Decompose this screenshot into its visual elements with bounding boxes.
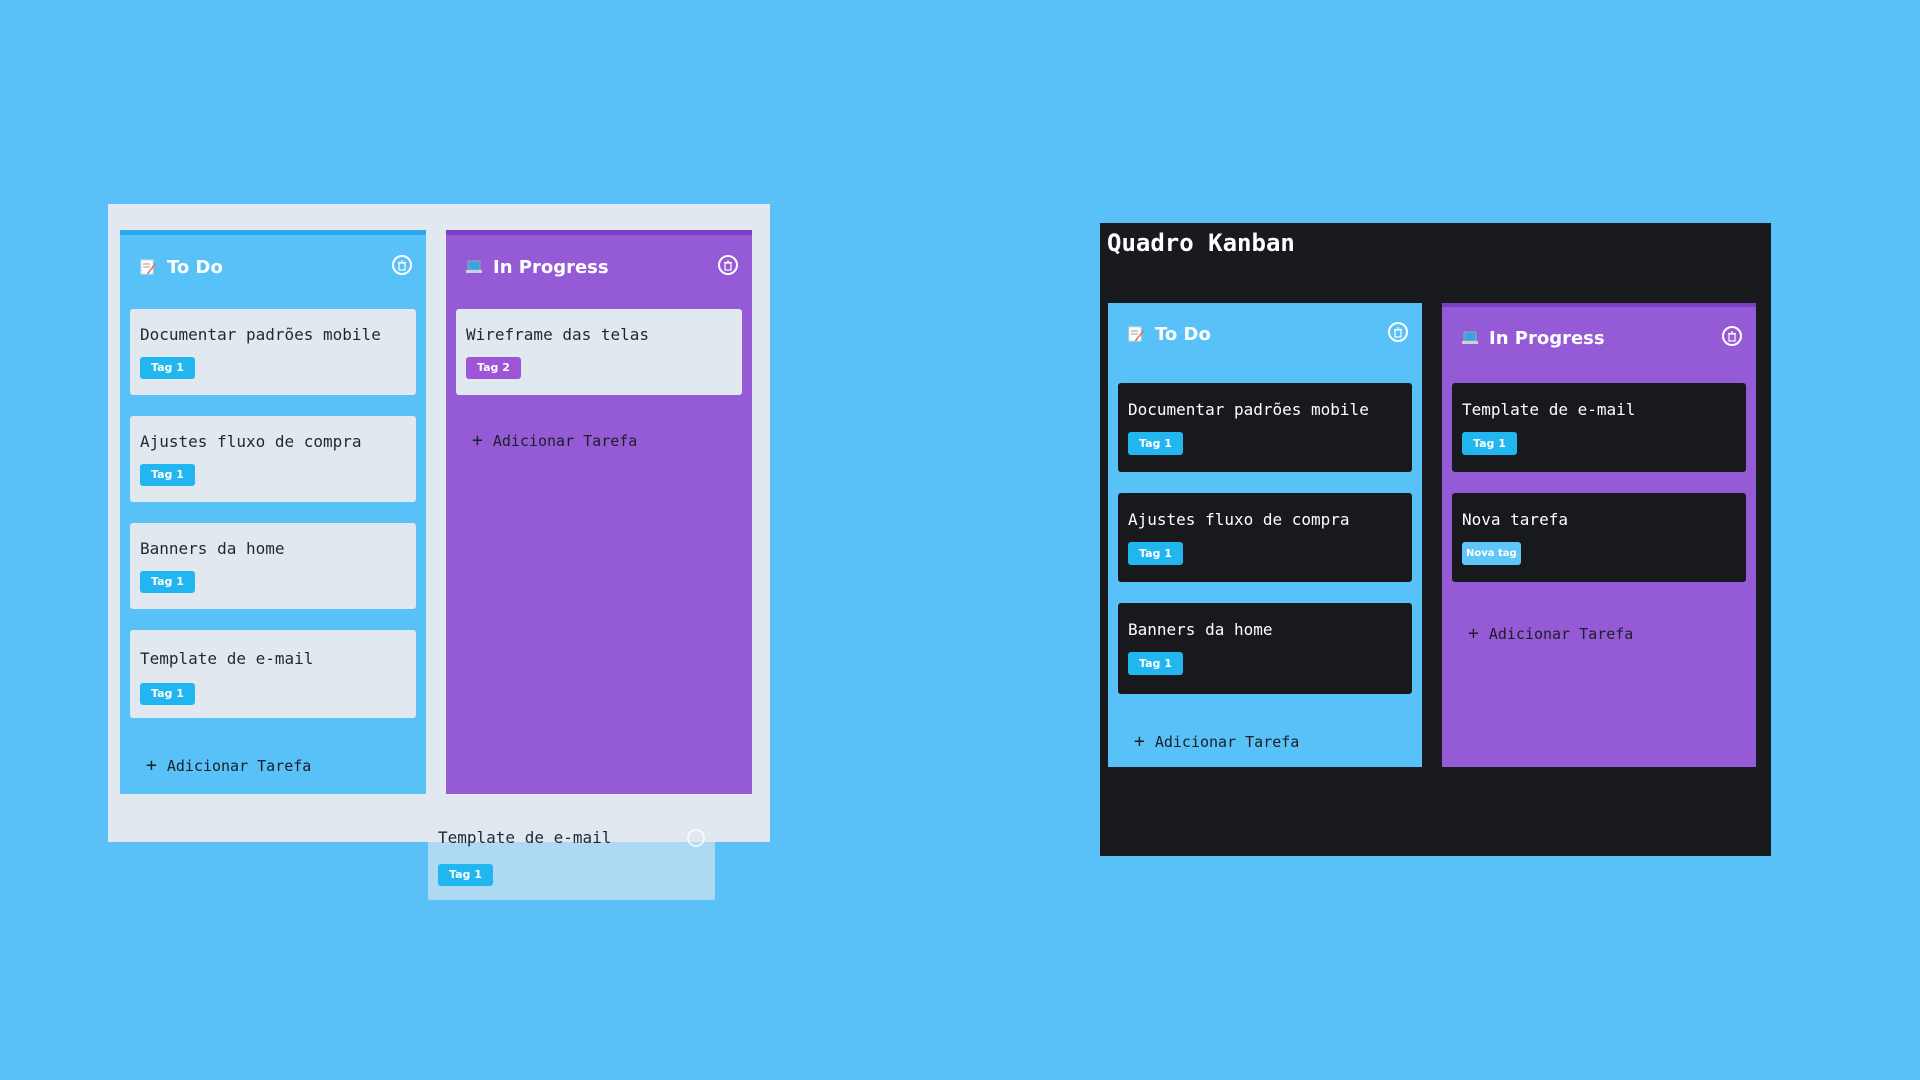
task-card[interactable]: Documentar padrões mobile Tag 1: [130, 309, 416, 395]
delete-column-button[interactable]: [718, 255, 738, 275]
column-in-progress: In Progress Wireframe das telas Tag 2 + …: [446, 230, 752, 794]
trash-icon: [398, 259, 406, 271]
column-header: To Do: [139, 252, 412, 282]
add-task-button[interactable]: + Adicionar Tarefa: [1468, 623, 1634, 644]
delete-column-button[interactable]: [1722, 326, 1742, 346]
task-tag: Tag 1: [438, 864, 493, 886]
task-title: Nova tarefa: [1462, 510, 1568, 529]
add-task-label: Adicionar Tarefa: [492, 432, 638, 450]
board-title: Quadro Kanban: [1107, 229, 1295, 257]
task-card[interactable]: Banners da home Tag 1: [130, 523, 416, 609]
column-title: In Progress: [493, 256, 609, 278]
task-title: Wireframe das telas: [466, 325, 650, 344]
trash-icon: [687, 829, 705, 847]
column-title: To Do: [167, 256, 223, 278]
task-card[interactable]: Ajustes fluxo de compra Tag 1: [1118, 493, 1412, 582]
kanban-board-light: To Do Documentar padrões mobile Tag 1 Aj…: [108, 204, 770, 900]
column-header: In Progress: [1461, 323, 1742, 353]
delete-column-button[interactable]: [1388, 322, 1408, 342]
add-task-label: Adicionar Tarefa: [1154, 733, 1300, 751]
memo-icon: [139, 258, 157, 276]
column-title: In Progress: [1489, 327, 1605, 349]
column-title: To Do: [1155, 323, 1211, 345]
task-title: Template de e-mail: [438, 828, 612, 847]
task-card[interactable]: Template de e-mail Tag 1: [1452, 383, 1746, 472]
task-card[interactable]: Banners da home Tag 1: [1118, 603, 1412, 694]
column-header: In Progress: [465, 252, 738, 282]
task-tag: Tag 1: [140, 357, 195, 379]
task-tag: Nova tag: [1462, 542, 1521, 565]
column-header: To Do: [1127, 319, 1408, 349]
trash-icon: [1728, 330, 1736, 342]
plus-icon: +: [1468, 623, 1479, 644]
plus-icon: +: [1134, 731, 1145, 752]
task-card[interactable]: Documentar padrões mobile Tag 1: [1118, 383, 1412, 472]
task-tag: Tag 1: [1128, 432, 1183, 455]
task-card[interactable]: Ajustes fluxo de compra Tag 1: [130, 416, 416, 502]
task-title: Ajustes fluxo de compra: [140, 432, 362, 451]
task-tag: Tag 1: [1128, 652, 1183, 675]
kanban-board-dark: Quadro Kanban To Do Documentar padrões m…: [1100, 223, 1771, 856]
task-tag: Tag 2: [466, 357, 521, 379]
add-task-label: Adicionar Tarefa: [1488, 625, 1634, 643]
task-tag: Tag 1: [1462, 432, 1517, 455]
column-todo: To Do Documentar padrões mobile Tag 1 Aj…: [120, 230, 426, 794]
task-title: Template de e-mail: [140, 649, 314, 668]
memo-icon: [1127, 325, 1145, 343]
trash-icon: [1394, 326, 1402, 338]
task-tag: Tag 1: [140, 683, 195, 705]
trash-icon: [724, 259, 732, 271]
task-card[interactable]: Wireframe das telas Tag 2: [456, 309, 742, 395]
dragging-card-ghost[interactable]: Template de e-mail Tag 1: [428, 813, 715, 900]
task-title: Template de e-mail: [1462, 400, 1636, 419]
add-task-button[interactable]: + Adicionar Tarefa: [472, 430, 638, 451]
task-tag: Tag 1: [140, 571, 195, 593]
column-todo: To Do Documentar padrões mobile Tag 1 Aj…: [1108, 303, 1422, 767]
plus-icon: +: [146, 755, 157, 776]
task-title: Documentar padrões mobile: [1128, 400, 1369, 419]
task-title: Banners da home: [1128, 620, 1273, 639]
task-title: Banners da home: [140, 539, 285, 558]
add-task-button[interactable]: + Adicionar Tarefa: [1134, 731, 1300, 752]
task-card[interactable]: Nova tarefa Nova tag: [1452, 493, 1746, 582]
task-title: Documentar padrões mobile: [140, 325, 381, 344]
task-tag: Tag 1: [140, 464, 195, 486]
add-task-button[interactable]: + Adicionar Tarefa: [146, 755, 312, 776]
column-in-progress: In Progress Template de e-mail Tag 1 Nov…: [1442, 303, 1756, 767]
laptop-icon: [1461, 329, 1479, 347]
task-tag: Tag 1: [1128, 542, 1183, 565]
task-card[interactable]: Template de e-mail Tag 1: [130, 630, 416, 718]
add-task-label: Adicionar Tarefa: [166, 757, 312, 775]
laptop-icon: [465, 258, 483, 276]
delete-column-button[interactable]: [392, 255, 412, 275]
task-title: Ajustes fluxo de compra: [1128, 510, 1350, 529]
plus-icon: +: [472, 430, 483, 451]
